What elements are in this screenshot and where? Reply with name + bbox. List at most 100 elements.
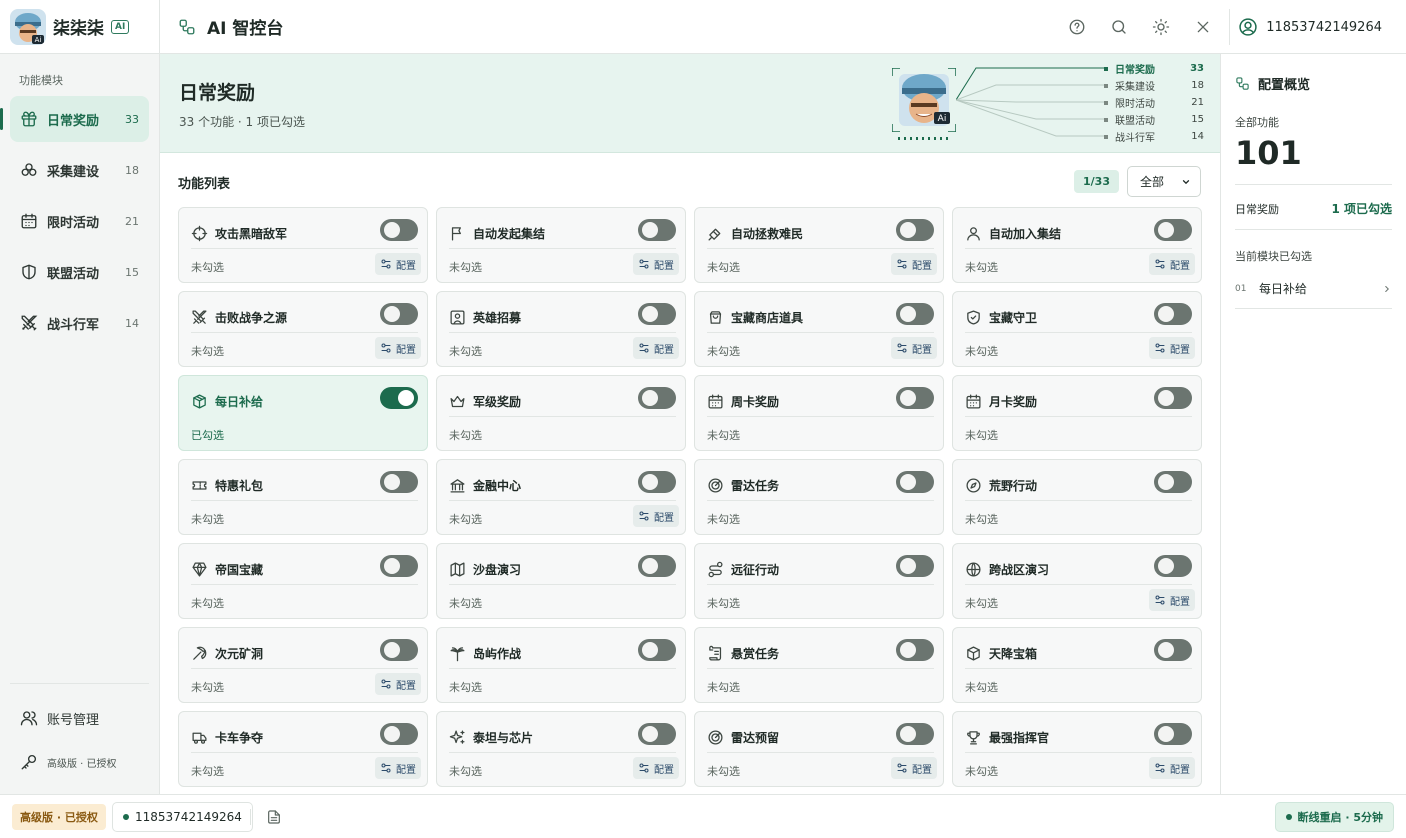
sidebar-item-alliance-events[interactable]: 联盟活动 15 xyxy=(10,249,149,295)
feature-card[interactable]: 军级奖励 未勾选 xyxy=(436,375,686,451)
feature-toggle[interactable] xyxy=(638,639,676,661)
feature-card[interactable]: 最强指挥官 未勾选 配置 xyxy=(952,711,1202,787)
feature-card[interactable]: 沙盘演习 未勾选 xyxy=(436,543,686,619)
config-button[interactable]: 配置 xyxy=(891,757,937,779)
feature-toggle[interactable] xyxy=(1154,387,1192,409)
config-button[interactable]: 配置 xyxy=(375,253,421,275)
feature-card[interactable]: 天降宝箱 未勾选 xyxy=(952,627,1202,703)
feature-card[interactable]: 跨战区演习 未勾选 配置 xyxy=(952,543,1202,619)
feature-card[interactable]: 泰坦与芯片 未勾选 配置 xyxy=(436,711,686,787)
feature-card[interactable]: 攻击黑暗敌军 未勾选 配置 xyxy=(178,207,428,283)
feature-toggle[interactable] xyxy=(1154,303,1192,325)
config-button[interactable]: 配置 xyxy=(633,337,679,359)
feature-toggle[interactable] xyxy=(1154,555,1192,577)
feature-toggle[interactable] xyxy=(380,303,418,325)
feature-toggle[interactable] xyxy=(638,471,676,493)
feature-toggle[interactable] xyxy=(896,387,934,409)
feature-card[interactable]: 周卡奖励 未勾选 xyxy=(694,375,944,451)
overview-divider xyxy=(1235,308,1392,309)
config-button[interactable]: 配置 xyxy=(375,757,421,779)
mini-row: 限时活动 21 xyxy=(1104,94,1204,111)
account-management-link[interactable]: 账号管理 xyxy=(10,696,149,740)
feature-card[interactable]: 次元矿洞 未勾选 配置 xyxy=(178,627,428,703)
feature-card[interactable]: 自动发起集结 未勾选 配置 xyxy=(436,207,686,283)
sidebar-item-limited-events[interactable]: 限时活动 21 xyxy=(10,198,149,244)
overview-divider xyxy=(1235,184,1392,185)
feature-toggle[interactable] xyxy=(638,303,676,325)
header-divider xyxy=(1229,9,1231,45)
search-button[interactable] xyxy=(1098,0,1140,54)
feature-card[interactable]: 帝国宝藏 未勾选 xyxy=(178,543,428,619)
feature-card[interactable]: 自动拯救难民 未勾选 配置 xyxy=(694,207,944,283)
feature-toggle[interactable] xyxy=(380,387,418,409)
feature-toggle[interactable] xyxy=(638,723,676,745)
feature-card[interactable]: 击败战争之源 未勾选 配置 xyxy=(178,291,428,367)
feature-card[interactable]: 悬赏任务 未勾选 xyxy=(694,627,944,703)
config-button[interactable]: 配置 xyxy=(633,505,679,527)
feature-toggle[interactable] xyxy=(380,723,418,745)
config-button[interactable]: 配置 xyxy=(891,337,937,359)
config-button[interactable]: 配置 xyxy=(375,337,421,359)
feature-toggle[interactable] xyxy=(896,723,934,745)
sidebar-item-battle-march[interactable]: 战斗行军 14 xyxy=(10,300,149,346)
feature-toggle[interactable] xyxy=(1154,723,1192,745)
feature-card[interactable]: 荒野行动 未勾选 xyxy=(952,459,1202,535)
config-button[interactable]: 配置 xyxy=(1149,337,1195,359)
feature-card[interactable]: 每日补给 已勾选 xyxy=(178,375,428,451)
sidebar-item-gather-build[interactable]: 采集建设 18 xyxy=(10,147,149,193)
sliders-icon xyxy=(381,343,391,353)
feature-toggle[interactable] xyxy=(896,555,934,577)
feature-toggle[interactable] xyxy=(896,639,934,661)
config-button[interactable]: 配置 xyxy=(633,253,679,275)
brand[interactable]: Ai 柒柒柒 AI xyxy=(0,0,159,54)
feature-status: 未勾选 xyxy=(191,597,224,610)
selected-item[interactable]: 01 每日补给 xyxy=(1235,280,1392,297)
feature-card[interactable]: 雷达预留 未勾选 配置 xyxy=(694,711,944,787)
feature-toggle[interactable] xyxy=(380,639,418,661)
brand-avatar: Ai xyxy=(10,8,46,45)
feature-toggle[interactable] xyxy=(896,303,934,325)
feature-card[interactable]: 自动加入集结 未勾选 配置 xyxy=(952,207,1202,283)
account-chip[interactable]: 11853742149264 xyxy=(112,802,253,832)
feature-card[interactable]: 雷达任务 未勾选 xyxy=(694,459,944,535)
feature-toggle[interactable] xyxy=(380,471,418,493)
feature-toggle[interactable] xyxy=(380,555,418,577)
feature-card[interactable]: 英雄招募 未勾选 配置 xyxy=(436,291,686,367)
overview-title: 配置概览 xyxy=(1235,74,1310,93)
feature-card[interactable]: 特惠礼包 未勾选 xyxy=(178,459,428,535)
feature-card[interactable]: 远征行动 未勾选 xyxy=(694,543,944,619)
config-button[interactable]: 配置 xyxy=(1149,253,1195,275)
document-icon[interactable] xyxy=(266,808,282,826)
card-divider xyxy=(449,668,676,669)
sliders-icon xyxy=(1155,763,1165,773)
feature-card[interactable]: 岛屿作战 未勾选 xyxy=(436,627,686,703)
license-link[interactable]: 高级版 · 已授权 xyxy=(10,740,149,784)
help-button[interactable] xyxy=(1056,0,1098,54)
feature-card[interactable]: 月卡奖励 未勾选 xyxy=(952,375,1202,451)
config-button[interactable]: 配置 xyxy=(891,253,937,275)
config-button[interactable]: 配置 xyxy=(1149,589,1195,611)
feature-toggle[interactable] xyxy=(896,219,934,241)
feature-card[interactable]: 卡车争夺 未勾选 配置 xyxy=(178,711,428,787)
feature-toggle[interactable] xyxy=(1154,639,1192,661)
user-menu[interactable]: 11853742149264 xyxy=(1238,17,1382,37)
feature-toggle[interactable] xyxy=(1154,471,1192,493)
feature-toggle[interactable] xyxy=(638,219,676,241)
close-button[interactable] xyxy=(1182,0,1224,54)
feature-card[interactable]: 宝藏商店道具 未勾选 配置 xyxy=(694,291,944,367)
config-button[interactable]: 配置 xyxy=(375,673,421,695)
reconnect-status[interactable]: 断线重启 · 5分钟 xyxy=(1274,802,1394,832)
feature-toggle[interactable] xyxy=(896,471,934,493)
feature-toggle[interactable] xyxy=(638,555,676,577)
config-button[interactable]: 配置 xyxy=(633,757,679,779)
feature-toggle[interactable] xyxy=(380,219,418,241)
feature-toggle[interactable] xyxy=(1154,219,1192,241)
feature-card[interactable]: 宝藏守卫 未勾选 配置 xyxy=(952,291,1202,367)
theme-toggle-button[interactable] xyxy=(1140,0,1182,54)
sidebar-item-daily-rewards[interactable]: 日常奖励 33 xyxy=(0,96,149,142)
feature-card[interactable]: 金融中心 未勾选 配置 xyxy=(436,459,686,535)
config-button[interactable]: 配置 xyxy=(1149,757,1195,779)
feature-name: 悬赏任务 xyxy=(731,647,780,661)
filter-select[interactable]: 全部 xyxy=(1127,166,1201,197)
feature-toggle[interactable] xyxy=(638,387,676,409)
